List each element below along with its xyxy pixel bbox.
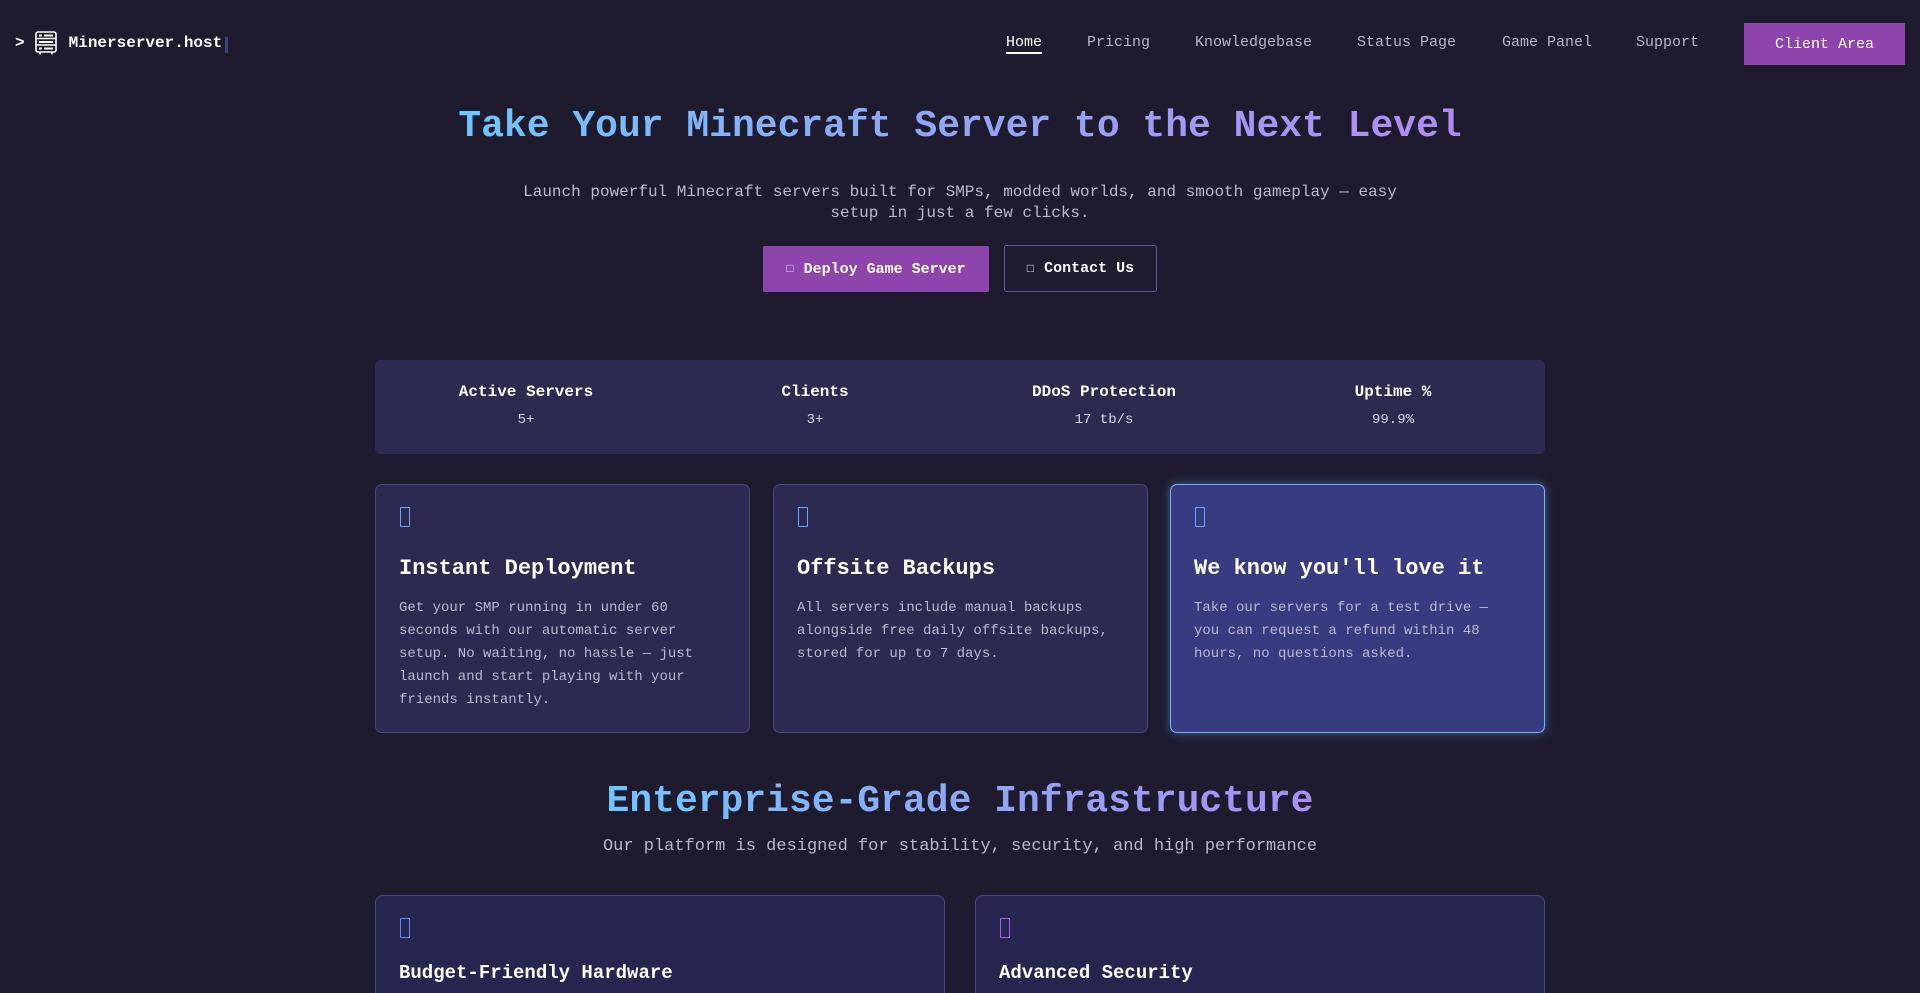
infra-card-advanced-security: Advanced Security (975, 895, 1545, 993)
feature-card-love-it: We know you'll love it Take our servers … (1170, 484, 1545, 733)
nav-link-status-page[interactable]: Status Page (1357, 34, 1456, 51)
stats-bar: Active Servers 5+ Clients 3+ DDoS Protec… (375, 360, 1545, 454)
feature-card-instant-deployment: Instant Deployment Get your SMP running … (375, 484, 750, 733)
nav-links: Home Pricing Knowledgebase Status Page G… (0, 0, 1920, 86)
feature-text: Get your SMP running in under 60 seconds… (399, 600, 694, 708)
hardware-icon (400, 918, 410, 938)
bolt-icon (400, 507, 410, 527)
stat-label: Active Servers (458, 383, 594, 401)
feature-card-offsite-backups: Offsite Backups All servers include manu… (773, 484, 1148, 733)
top-navbar: > Minerserver.host Home Pricing Knowledg… (0, 0, 1920, 86)
stat-label: DDoS Protection (1031, 383, 1177, 401)
rocket-icon: □ (786, 262, 794, 276)
backup-icon (798, 507, 808, 527)
stat-ddos-protection: DDoS Protection 17 tb/s (979, 382, 1229, 429)
feature-title: Instant Deployment (399, 556, 637, 581)
stat-clients: Clients 3+ (690, 382, 940, 429)
stat-uptime: Uptime % 99.9% (1268, 382, 1518, 429)
feature-text: All servers include manual backups along… (797, 600, 1108, 662)
infra-card-title: Budget-Friendly Hardware (399, 962, 673, 984)
infra-card-budget-hardware: Budget-Friendly Hardware (375, 895, 945, 993)
deploy-game-server-button[interactable]: □ Deploy Game Server (763, 246, 989, 292)
infra-card-title: Advanced Security (999, 962, 1193, 984)
nav-link-pricing[interactable]: Pricing (1087, 34, 1150, 51)
infrastructure-subtitle: Our platform is designed for stability, … (602, 837, 1318, 856)
infrastructure-title: Enterprise-Grade Infrastructure (606, 780, 1314, 823)
contact-us-button[interactable]: □ Contact Us (1004, 245, 1157, 292)
stat-active-servers: Active Servers 5+ (401, 382, 651, 429)
hero-title: Take Your Minecraft Server to the Next L… (458, 105, 1462, 148)
client-area-button[interactable]: Client Area (1744, 23, 1905, 65)
feature-title: Offsite Backups (797, 556, 996, 581)
stat-value: 17 tb/s (1074, 412, 1134, 428)
nav-link-game-panel[interactable]: Game Panel (1502, 34, 1592, 51)
feature-title: We know you'll love it (1194, 556, 1485, 581)
envelope-icon: □ (1026, 261, 1035, 276)
hero-subtitle: Launch powerful Minecraft servers built … (523, 183, 1397, 222)
stat-value: 99.9% (1371, 412, 1414, 428)
stat-label: Uptime % (1354, 383, 1432, 401)
deploy-button-label: Deploy Game Server (803, 260, 966, 278)
feature-text: Take our servers for a test drive — you … (1194, 600, 1489, 662)
nav-link-home[interactable]: Home (1006, 34, 1043, 54)
nav-link-support[interactable]: Support (1636, 34, 1699, 51)
shield-icon (1000, 918, 1010, 938)
heart-icon (1195, 507, 1205, 527)
contact-button-label: Contact Us (1044, 260, 1135, 277)
stat-value: 5+ (517, 412, 535, 428)
stat-value: 3+ (806, 412, 824, 428)
stat-label: Clients (781, 383, 849, 401)
nav-link-knowledgebase[interactable]: Knowledgebase (1195, 34, 1312, 51)
